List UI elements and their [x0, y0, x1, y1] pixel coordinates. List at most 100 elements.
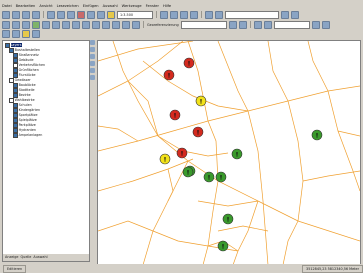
- layer-visibility-checkbox[interactable]: [5, 43, 10, 48]
- layer-visibility-checkbox[interactable]: [13, 63, 18, 68]
- toc-layer-row[interactable]: Kindergärten: [13, 108, 40, 113]
- cut-icon[interactable]: [47, 10, 55, 19]
- layer-props-icon[interactable]: [2, 30, 10, 38]
- back-extent-icon[interactable]: [62, 20, 70, 29]
- layer-visibility-checkbox[interactable]: [13, 93, 18, 98]
- layer-visibility-checkbox[interactable]: [13, 133, 18, 138]
- save-icon[interactable]: [22, 10, 30, 19]
- hand-tool-icon[interactable]: [90, 47, 95, 52]
- bus-stop-marker-green[interactable]: !: [217, 240, 229, 252]
- delete-icon[interactable]: [77, 10, 85, 19]
- menu-item[interactable]: Auswahl: [103, 4, 118, 8]
- identify-icon[interactable]: [102, 20, 110, 29]
- georef-layer-combo[interactable]: [180, 20, 227, 29]
- topology-icon[interactable]: [263, 20, 272, 29]
- draw-icon[interactable]: [32, 30, 40, 38]
- new-document-icon[interactable]: [2, 10, 10, 19]
- sketch-props-icon[interactable]: [291, 10, 299, 19]
- layer-visibility-checkbox[interactable]: [13, 73, 18, 78]
- bus-stop-marker-green[interactable]: !: [222, 213, 234, 225]
- layer-visibility-checkbox[interactable]: [13, 108, 18, 113]
- fixed-zoom-out-icon[interactable]: [52, 20, 60, 29]
- toc-layer-row[interactable]: Gewässer: [9, 78, 31, 83]
- layer-visibility-checkbox[interactable]: [13, 118, 18, 123]
- layer-visibility-checkbox[interactable]: [13, 58, 18, 63]
- toc-tab[interactable]: Auswahl: [33, 254, 47, 261]
- bus-stop-marker-red[interactable]: !: [176, 147, 188, 159]
- arctoolbox-icon[interactable]: [170, 10, 178, 19]
- toc-tab[interactable]: Anzeige: [5, 254, 19, 261]
- layer-visibility-checkbox[interactable]: [9, 78, 14, 83]
- editor-icon[interactable]: [160, 10, 168, 19]
- toc-layer-row[interactable]: Spielplätze: [13, 118, 37, 123]
- toc-layer-row[interactable]: Schulen: [13, 103, 32, 108]
- bus-stop-marker-green[interactable]: !: [215, 171, 227, 183]
- bus-stop-marker-yellow[interactable]: !: [159, 153, 171, 165]
- zoom-out-icon[interactable]: [12, 20, 20, 29]
- text-tool-icon[interactable]: [22, 30, 30, 38]
- toc-layer-row[interactable]: Layers: [5, 43, 22, 48]
- toc-layer-row[interactable]: Sportplätze: [13, 113, 38, 118]
- command-line-icon[interactable]: [180, 10, 188, 19]
- layer-visibility-checkbox[interactable]: [13, 123, 18, 128]
- select-elements-icon[interactable]: [92, 20, 100, 29]
- select-features-icon[interactable]: [82, 20, 90, 29]
- help-icon[interactable]: [190, 10, 198, 19]
- layers-icon[interactable]: [90, 68, 95, 73]
- sketch-tool-icon[interactable]: [205, 10, 213, 19]
- open-icon[interactable]: [12, 10, 20, 19]
- undo-icon[interactable]: [87, 10, 95, 19]
- copy-icon[interactable]: [57, 10, 65, 19]
- bus-stop-marker-yellow[interactable]: !: [195, 95, 207, 107]
- target-combo[interactable]: [273, 20, 310, 29]
- layer-visibility-checkbox[interactable]: [13, 68, 18, 73]
- snap-icon[interactable]: [311, 20, 320, 29]
- toc-layer-row[interactable]: Wahlbezirke: [9, 98, 35, 103]
- layer-visibility-checkbox[interactable]: [9, 48, 14, 53]
- bus-stop-marker-red[interactable]: !: [163, 69, 175, 81]
- toc-layer-row[interactable]: Baublöcke: [13, 83, 36, 88]
- hyperlink-icon[interactable]: [132, 20, 140, 29]
- pan-icon[interactable]: [22, 20, 30, 29]
- bus-stop-marker-red[interactable]: !: [192, 126, 204, 138]
- zoom-tool-icon[interactable]: [90, 54, 95, 59]
- task-combo[interactable]: [225, 10, 279, 19]
- redo-icon[interactable]: [97, 10, 105, 19]
- find-icon[interactable]: [112, 20, 120, 29]
- fixed-zoom-in-icon[interactable]: [42, 20, 50, 29]
- map-view[interactable]: !!!!!!!!!!!!!!!: [97, 40, 361, 266]
- info-icon[interactable]: [90, 75, 95, 80]
- menu-item[interactable]: Hilfe: [163, 4, 171, 8]
- measure-icon[interactable]: [122, 20, 130, 29]
- menu-item[interactable]: Ansicht: [39, 4, 52, 8]
- layer-visibility-checkbox[interactable]: [13, 53, 18, 58]
- bus-stop-marker-green[interactable]: !: [311, 129, 323, 141]
- menu-item[interactable]: Werkzeuge: [122, 4, 142, 8]
- print-icon[interactable]: [32, 10, 40, 19]
- globe-icon[interactable]: [90, 61, 95, 66]
- georef-tool-icon[interactable]: [228, 20, 237, 29]
- layer-visibility-checkbox[interactable]: [13, 83, 18, 88]
- bus-stop-marker-green[interactable]: !: [231, 148, 243, 160]
- bus-stop-marker-green[interactable]: !: [182, 166, 194, 178]
- add-data-icon[interactable]: [107, 10, 115, 19]
- toc-layer-row[interactable]: Verkehrsflächen: [13, 63, 45, 68]
- scale-combo[interactable]: 1:3.500: [117, 10, 153, 19]
- attributes-icon[interactable]: [281, 10, 289, 19]
- menu-item[interactable]: Fenster: [146, 4, 159, 8]
- map-canvas[interactable]: !!!!!!!!!!!!!!!: [98, 41, 360, 265]
- bus-stop-marker-red[interactable]: !: [183, 57, 195, 69]
- toc-layer-row[interactable]: Bezirke: [13, 93, 31, 98]
- layer-visibility-checkbox[interactable]: [9, 98, 14, 103]
- label-icon[interactable]: [12, 30, 20, 38]
- toc-layer-row[interactable]: Flurstücke: [13, 73, 36, 78]
- menu-item[interactable]: Bearbeiten: [16, 4, 36, 8]
- edit-vertex-icon[interactable]: [215, 10, 223, 19]
- toc-tab[interactable]: Quelle: [21, 254, 32, 261]
- toc-layer-row[interactable]: Parkplätze: [13, 123, 36, 128]
- toc-layer-row[interactable]: Hydranten: [13, 128, 36, 133]
- layer-visibility-checkbox[interactable]: [13, 113, 18, 118]
- layer-visibility-checkbox[interactable]: [13, 88, 18, 93]
- paste-icon[interactable]: [67, 10, 75, 19]
- grid-icon[interactable]: [321, 20, 330, 29]
